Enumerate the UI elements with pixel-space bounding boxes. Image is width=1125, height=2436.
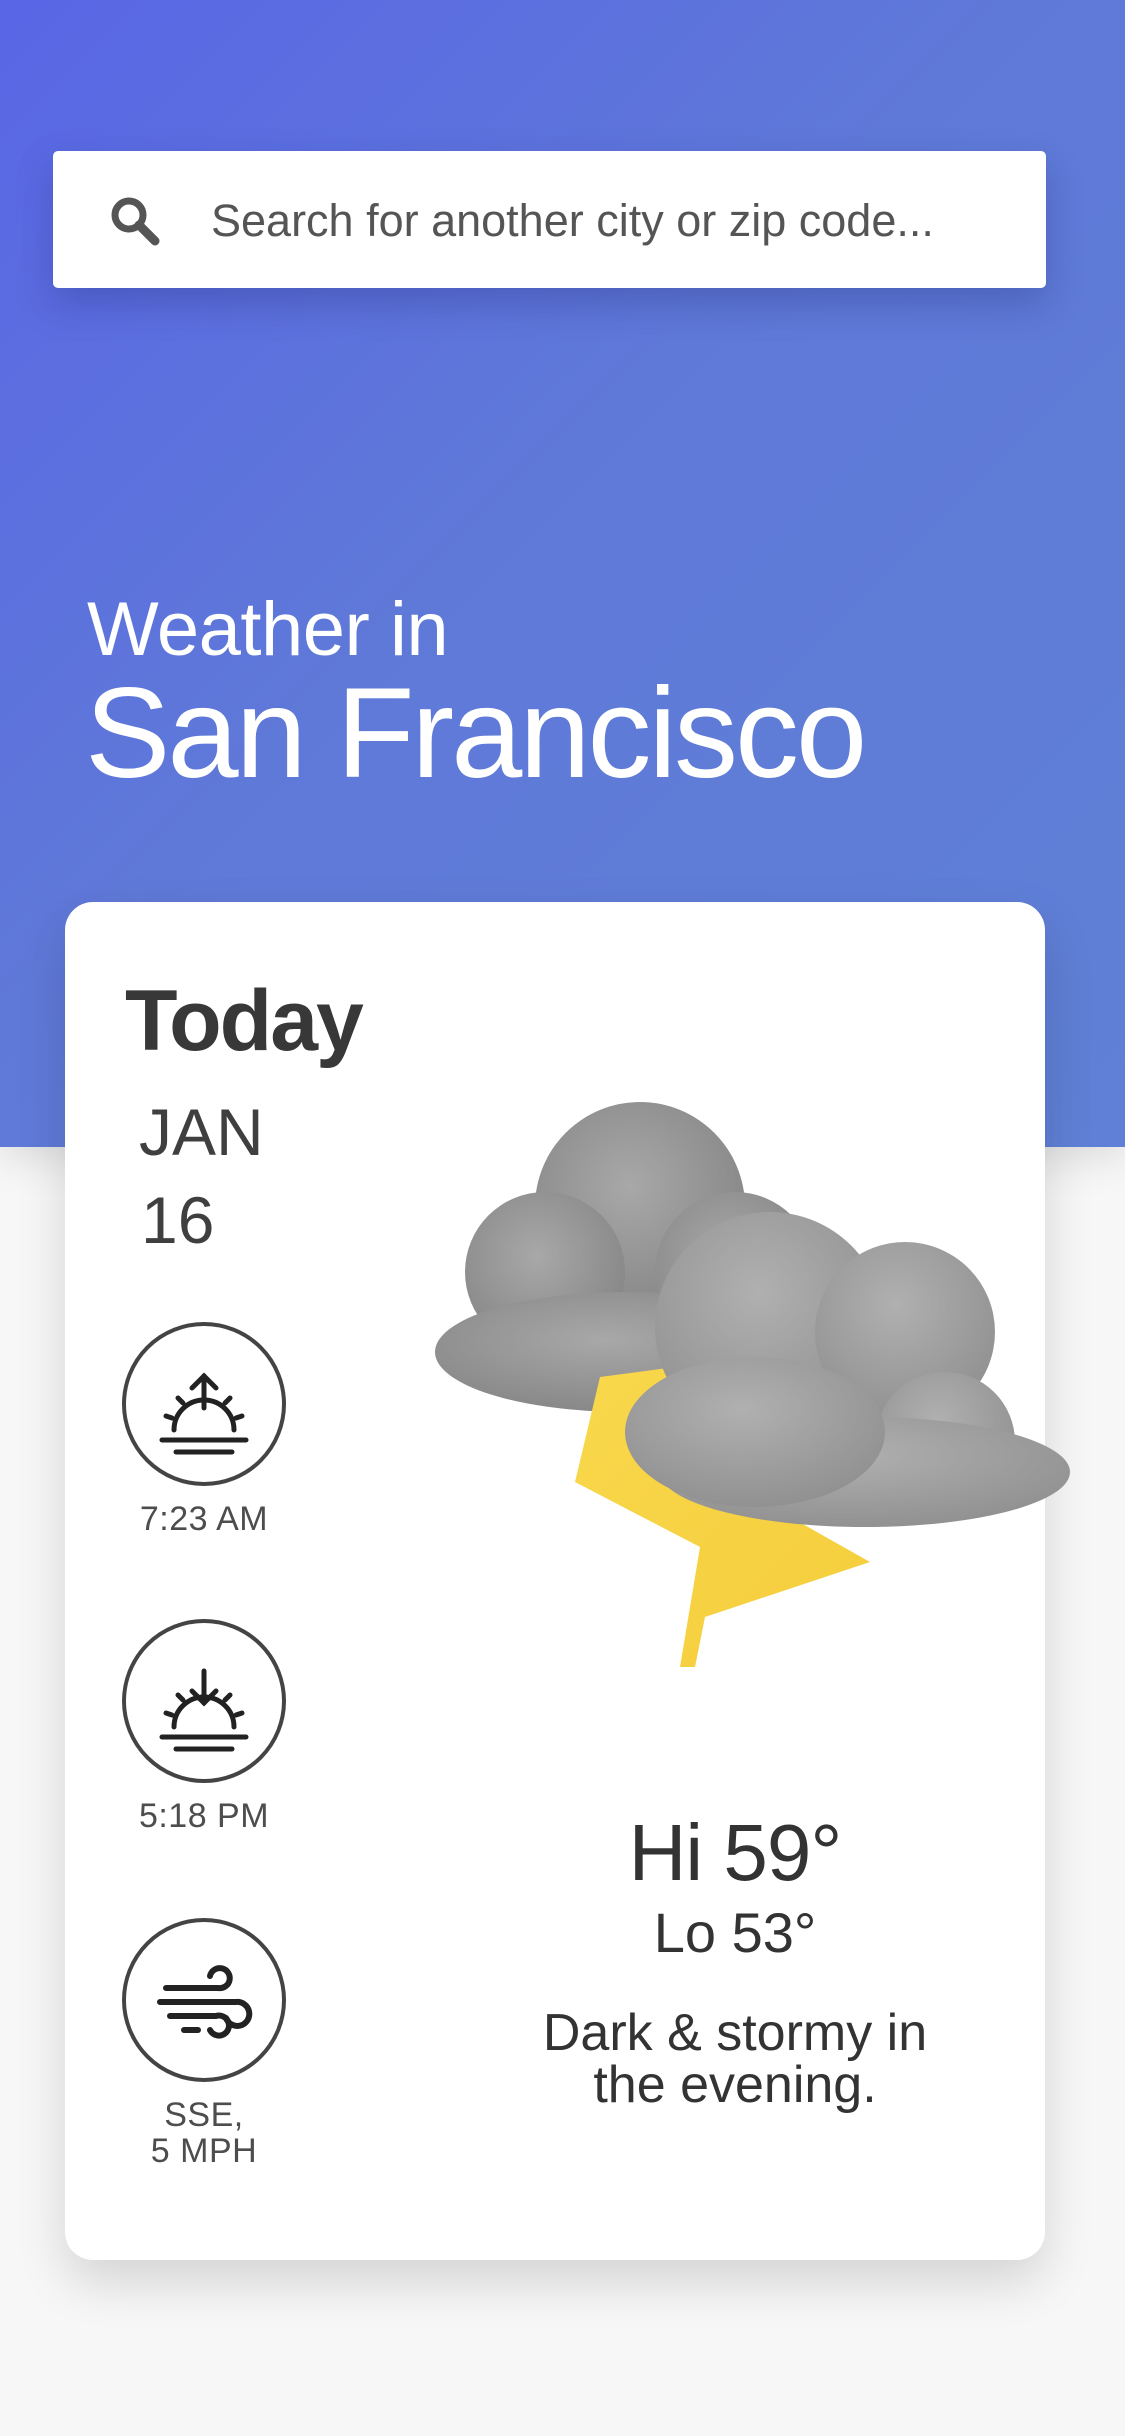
sunset-time: 5:18 PM	[138, 1797, 270, 1835]
forecast-summary: Dark & stormy in the evening.	[450, 2007, 1020, 2111]
wind-icon	[122, 1918, 286, 2082]
sunset-icon	[122, 1619, 286, 1783]
sunrise-stat: 7:23 AM	[120, 1322, 288, 1538]
low-temperature: Lo 53°	[653, 1901, 817, 1964]
thunderstorm-icon	[435, 1102, 1070, 1667]
today-heading: Today	[125, 973, 364, 1069]
city-title: San Francisco	[85, 662, 867, 805]
wind-speed: 5 MPH	[150, 2131, 258, 2170]
wind-direction: SSE,	[164, 2096, 244, 2134]
summary-line-2: the evening.	[593, 2056, 877, 2114]
search-icon[interactable]	[105, 191, 165, 251]
page-subtitle: Weather in	[87, 587, 449, 672]
forecast-card: Today JAN 16 7:23 AM 5:18 PM SSE, 5 MPH …	[65, 902, 1070, 2260]
sunrise-time: 7:23 AM	[139, 1500, 269, 1538]
date-day: 16	[141, 1183, 215, 1257]
summary-line-1: Dark & stormy in	[542, 2004, 928, 2062]
wind-stat: SSE, 5 MPH	[120, 1918, 288, 2169]
search-bar[interactable]	[53, 151, 1046, 290]
date-month: JAN	[139, 1095, 264, 1169]
sunset-stat: 5:18 PM	[120, 1619, 288, 1835]
sunrise-icon	[122, 1322, 286, 1486]
high-temperature: Hi 59°	[628, 1808, 843, 1897]
search-input[interactable]	[209, 151, 1033, 290]
